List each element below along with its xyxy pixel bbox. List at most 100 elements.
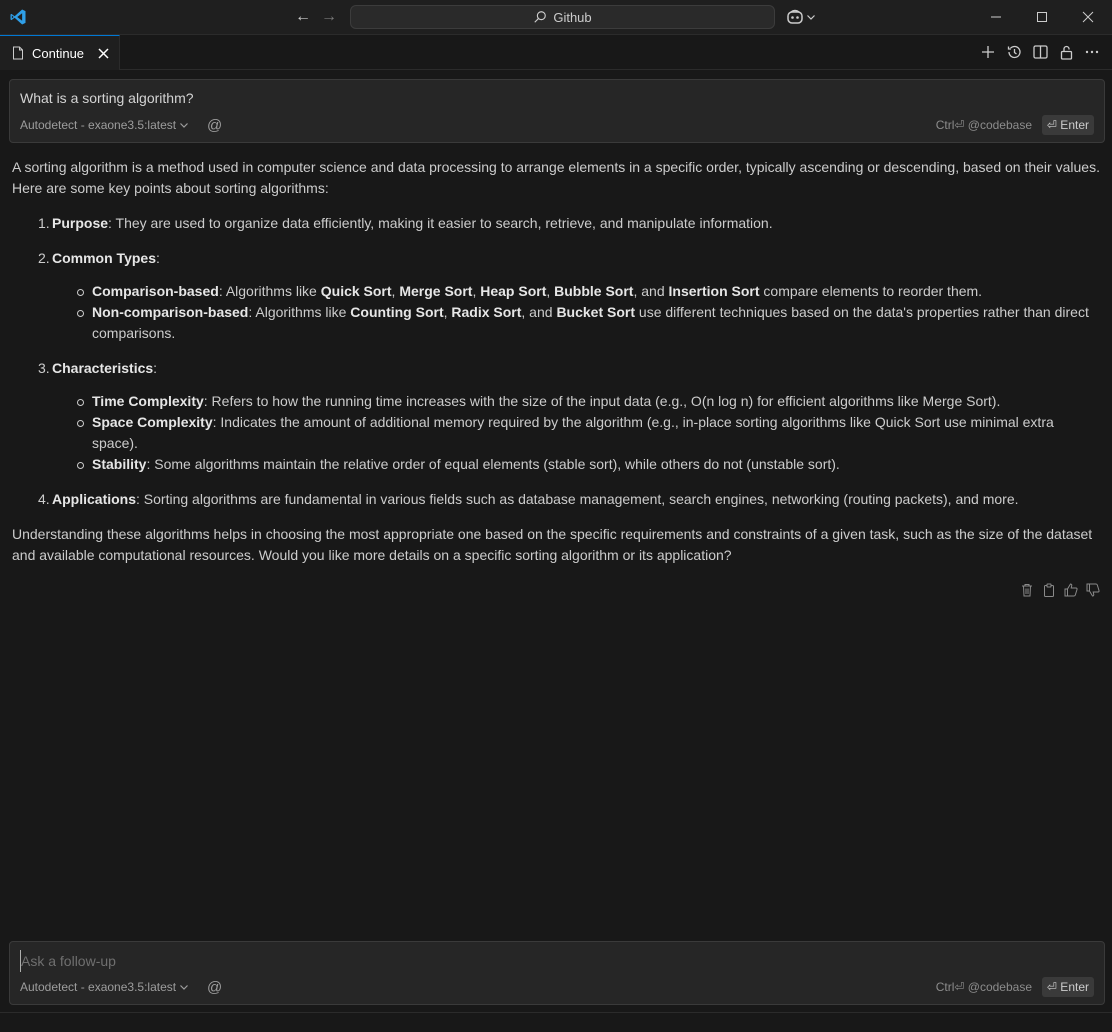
list-item: 3. Characteristics: <box>12 358 1102 379</box>
separator: , and <box>633 283 669 299</box>
list-number: 3. <box>38 360 50 376</box>
item-title: Purpose <box>52 215 109 231</box>
status-bar <box>0 1012 1112 1032</box>
sub-item-text: : Algorithms like <box>218 283 321 299</box>
sub-item-title: Space Complexity <box>92 414 213 430</box>
search-icon <box>534 11 547 23</box>
tab-label: Continue <box>32 45 85 61</box>
sub-list-item: Stability: Some algorithms maintain the … <box>12 454 1102 475</box>
vscode-logo-icon <box>10 9 26 25</box>
copilot-icon <box>787 9 803 24</box>
tab-continue[interactable]: Continue <box>0 35 120 70</box>
history-button[interactable] <box>1006 43 1022 61</box>
close-window-button[interactable] <box>1065 0 1111 34</box>
model-label: Autodetect - exaone3.5:latest <box>20 980 177 994</box>
codebase-hint: Ctrl⏎ @codebase <box>935 118 1032 132</box>
new-session-button[interactable] <box>980 43 996 61</box>
list-item: 1. Purpose: They are used to organize da… <box>12 213 1102 234</box>
split-editor-button[interactable] <box>1032 43 1048 61</box>
enter-button[interactable]: ⏎ Enter <box>1041 977 1094 997</box>
thumbs-down-button[interactable] <box>1086 583 1100 597</box>
enter-button[interactable]: ⏎ Enter <box>1041 115 1094 135</box>
sort-name: Bubble Sort <box>554 283 634 299</box>
sort-name: Radix Sort <box>451 304 522 320</box>
question-input-box[interactable]: What is a sorting algorithm? Autodetect … <box>9 79 1105 143</box>
sub-item-title: Non-comparison-based <box>92 304 249 320</box>
sort-name: Merge Sort <box>399 283 473 299</box>
delete-button[interactable] <box>1020 583 1034 597</box>
sub-list-item: Space Complexity: Indicates the amount o… <box>12 412 1102 454</box>
file-icon <box>13 46 23 60</box>
sort-name: Quick Sort <box>320 283 392 299</box>
separator: , and <box>521 304 557 320</box>
minimize-icon <box>991 16 1001 18</box>
sub-item-text: : Refers to how the running time increas… <box>203 393 1001 409</box>
item-title: Characteristics <box>52 360 154 376</box>
sub-item-title: Time Complexity <box>92 393 204 409</box>
sub-list: Comparison-based: Algorithms like Quick … <box>12 281 1102 344</box>
copilot-menu-button[interactable] <box>786 7 820 27</box>
split-editor-icon <box>1032 45 1048 59</box>
list-number: 1. <box>38 215 50 231</box>
close-icon <box>97 47 109 59</box>
followup-input[interactable] <box>20 950 920 972</box>
item-title: Applications <box>52 491 137 507</box>
sub-list-item: Comparison-based: Algorithms like Quick … <box>12 281 1102 302</box>
sub-list-item: Non-comparison-based: Algorithms like Co… <box>12 302 1102 344</box>
sub-list-item: Time Complexity: Refers to how the runni… <box>12 391 1102 412</box>
sort-name: Insertion Sort <box>668 283 760 299</box>
item-text: : They are used to organize data efficie… <box>108 215 773 231</box>
sub-item-text: : Some algorithms maintain the relative … <box>146 456 840 472</box>
message-actions <box>1020 583 1100 597</box>
question-text[interactable]: What is a sorting algorithm? <box>20 90 194 106</box>
list-item: 2. Common Types: <box>12 248 1102 269</box>
thumbs-down-icon <box>1086 583 1100 597</box>
sub-item-text: compare elements to reorder them. <box>759 283 983 299</box>
list-item: 4. Applications: Sorting algorithms are … <box>12 489 1102 510</box>
followup-input-box: Autodetect - exaone3.5:latest @ Ctrl⏎ @c… <box>9 941 1105 1005</box>
command-center-search[interactable]: Github <box>350 5 775 29</box>
thumbs-up-icon <box>1064 583 1078 597</box>
plus-icon <box>982 46 994 58</box>
model-selector[interactable]: Autodetect - exaone3.5:latest <box>20 980 189 994</box>
codebase-hint: Ctrl⏎ @codebase <box>935 980 1032 994</box>
maximize-button[interactable] <box>1019 0 1065 34</box>
maximize-icon <box>1037 12 1047 22</box>
at-mention-icon[interactable]: @ <box>207 118 223 134</box>
assistant-response: A sorting algorithm is a method used in … <box>12 157 1102 580</box>
tab-close-button[interactable] <box>95 45 111 61</box>
list-number: 4. <box>38 491 50 507</box>
chevron-down-icon <box>807 15 815 20</box>
tab-actions <box>980 43 1100 61</box>
command-center-label: Github <box>553 9 592 25</box>
history-icon <box>1007 45 1021 59</box>
close-icon <box>1082 11 1094 23</box>
copy-button[interactable] <box>1042 583 1056 597</box>
lock-button[interactable] <box>1058 43 1074 61</box>
sort-name: Counting Sort <box>350 304 444 320</box>
item-suffix: : <box>155 250 160 266</box>
model-selector[interactable]: Autodetect - exaone3.5:latest <box>20 118 189 132</box>
more-actions-button[interactable] <box>1084 43 1100 61</box>
ellipsis-icon <box>1085 50 1099 54</box>
title-bar: ← → Github <box>0 0 1112 35</box>
item-title: Common Types <box>52 250 156 266</box>
forward-arrow-icon[interactable]: → <box>320 8 338 26</box>
sub-item-text: : Algorithms like <box>248 304 351 320</box>
thumbs-up-button[interactable] <box>1064 583 1078 597</box>
tab-bar: Continue <box>0 35 1112 70</box>
sort-name: Bucket Sort <box>556 304 636 320</box>
item-text: : Sorting algorithms are fundamental in … <box>136 491 1019 507</box>
back-arrow-icon[interactable]: ← <box>294 8 312 26</box>
sub-item-text: : Indicates the amount of additional mem… <box>92 414 1054 451</box>
separator: , <box>546 283 555 299</box>
sub-item-title: Stability <box>92 456 147 472</box>
minimize-button[interactable] <box>973 0 1019 34</box>
response-outro: Understanding these algorithms helps in … <box>12 526 1093 563</box>
sub-list: Time Complexity: Refers to how the runni… <box>12 391 1102 475</box>
trash-icon <box>1022 584 1032 597</box>
at-mention-icon[interactable]: @ <box>207 980 223 996</box>
chevron-down-icon <box>180 985 189 990</box>
sub-item-title: Comparison-based <box>92 283 219 299</box>
sort-name: Heap Sort <box>480 283 547 299</box>
